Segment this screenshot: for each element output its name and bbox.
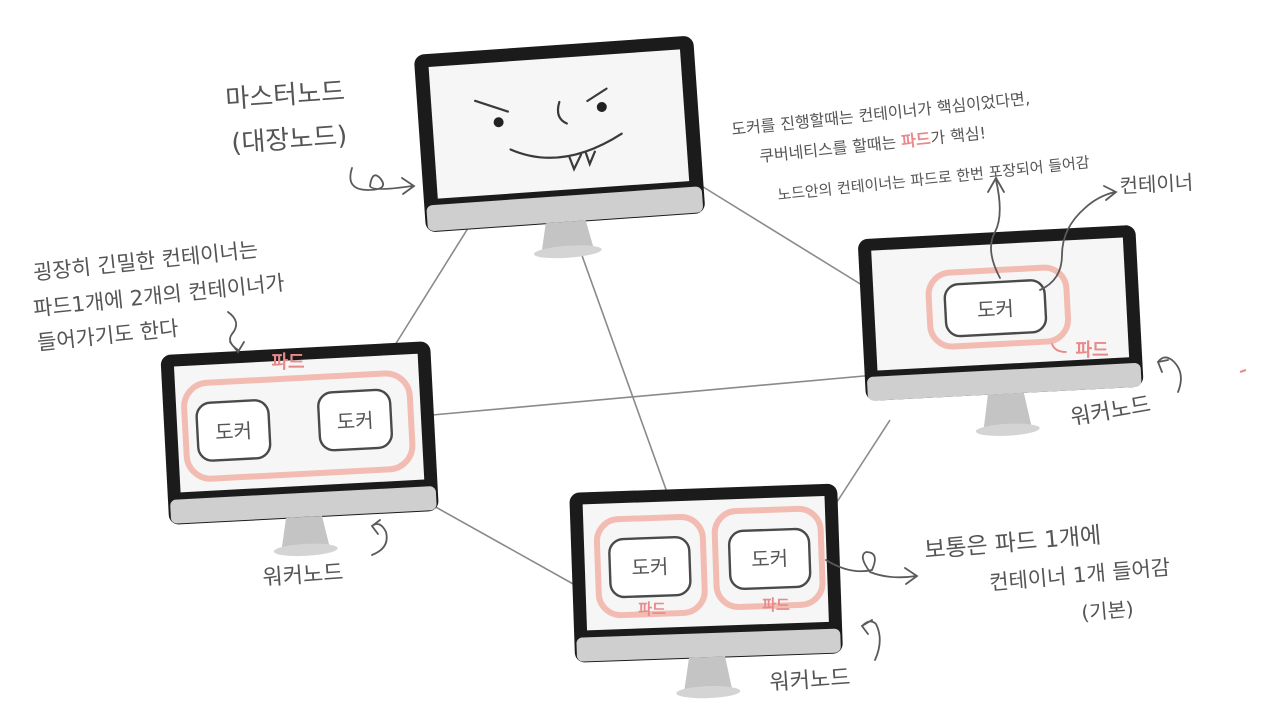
k8s-note-line2-pod: 파드 (900, 129, 932, 151)
pod-label-bottom-2: 파드 (762, 596, 790, 614)
pod-label-left: 파드 (271, 352, 304, 373)
tight-pod-note-line3: 들어가기도 한다 (36, 316, 180, 355)
docker-label-bottom-1: 도커 (631, 554, 669, 579)
container-label: 컨테이너 (1119, 170, 1194, 198)
k8s-note-line3: 노드안의 컨테이너는 파드로 한번 포장되어 들어감 (777, 153, 1091, 204)
link-right-bottom (834, 419, 891, 506)
default-pod-note-line2: 컨테이너 1개 들어감 (988, 555, 1171, 595)
master-arrow (349, 167, 416, 195)
docker-label-left-1: 도커 (214, 419, 252, 445)
master-title-line1: 마스터노드 (224, 77, 345, 115)
master-title-line2: (대장노드) (230, 121, 348, 159)
default-pod-note-line1: 보통은 파드 1개에 (923, 523, 1102, 564)
link-left-right (431, 374, 876, 416)
worker-label-left: 워커노드 (262, 560, 345, 591)
worker-arrow-right (1156, 356, 1182, 393)
kubernetes-architecture-diagram: 도커 도커 파드 도커 파드 도커 도커 파드 파드 마스터노드 (대장노드) … (32, 36, 1247, 699)
pod-label-bottom-1: 파드 (638, 600, 666, 618)
tight-pod-arrow (227, 311, 245, 354)
default-pod-note-line3: (기본) (1080, 597, 1134, 625)
worker-label-bottom: 워커노드 (769, 665, 852, 696)
k8s-note-line2-prefix: 쿠버네티스를 할때는 (758, 132, 902, 166)
worker-arrow-bottom (860, 619, 881, 661)
master-node (414, 36, 705, 259)
k8s-note-line2-suffix: 가 핵심! (930, 123, 987, 148)
docker-label-left-2: 도커 (336, 408, 374, 434)
link-master-bottom (579, 249, 669, 496)
link-left-bottom (431, 504, 576, 586)
pod-label-right: 파드 (1075, 340, 1108, 361)
worker-arrow-left (370, 519, 388, 556)
worker-node-left: 도커 도커 (160, 341, 439, 557)
worker-label-right: 워커노드 (1069, 392, 1153, 431)
link-master-left (394, 224, 471, 346)
stray-pink-mark (1239, 369, 1247, 373)
docker-label-bottom-2: 도커 (751, 546, 789, 571)
docker-label-right: 도커 (976, 296, 1014, 322)
